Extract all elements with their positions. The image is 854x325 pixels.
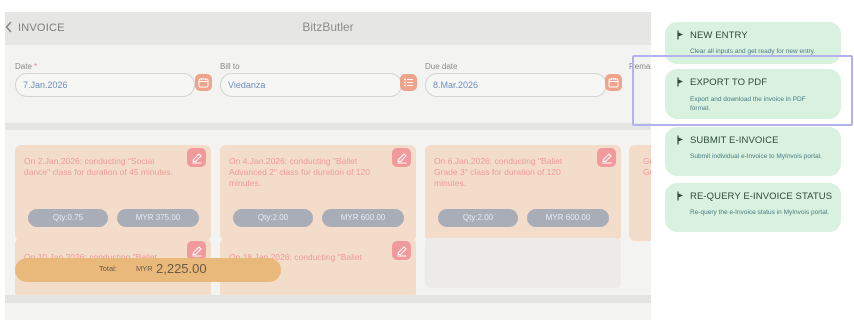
bill-to-label: Bill to [220, 62, 240, 71]
qty-pill: Qty:2.00 [233, 209, 313, 227]
flag-icon [677, 135, 683, 145]
action-title: RE-QUERY E-INVOICE STATUS [690, 191, 833, 202]
bottom-divider [5, 295, 651, 303]
due-date-label: Due date [425, 62, 458, 71]
qty-pill: Qty:2.00 [438, 209, 518, 227]
date-calendar-button[interactable] [195, 74, 212, 91]
bill-to-list-button[interactable] [400, 74, 417, 91]
action-title: NEW ENTRY [690, 30, 748, 41]
app-title: BitzButler [302, 20, 354, 34]
qty-pill: Qty:0.75 [28, 209, 108, 227]
line-item-description: On 4.Jan.2026: conducting "Ballet Advanc… [229, 156, 370, 188]
flag-icon [677, 191, 683, 201]
edit-button[interactable] [187, 148, 206, 167]
calendar-icon [198, 78, 209, 88]
total-bar: Total: MYR 2,225.00 [15, 258, 281, 282]
line-item-card[interactable]: On 4.Jan.2026: conducting "Ballet Advanc… [220, 145, 416, 241]
flag-icon [677, 30, 683, 40]
edit-icon [396, 245, 407, 256]
line-item-description: On 2.Jan.2026: conducting "Social dance"… [24, 156, 174, 177]
bill-to-field: Bill to Viedanza [220, 61, 420, 97]
app-root: INVOICE BitzButler Date * 7.Jan.2026 Bil… [0, 0, 854, 325]
edit-icon [601, 152, 612, 163]
list-icon [404, 78, 413, 87]
empty-card-slot [425, 238, 621, 288]
total-label: Total: [99, 264, 117, 273]
line-item-description-partial: Gr Gr [643, 156, 651, 177]
amount-pill: MYR 375.00 [117, 209, 199, 227]
edit-icon [191, 152, 202, 163]
date-label: Date * [15, 62, 38, 71]
bill-to-input[interactable]: Viedanza [220, 73, 402, 97]
edit-icon [191, 245, 202, 256]
line-item-card-partial[interactable]: Gr Gr [629, 145, 651, 241]
total-currency: MYR [136, 264, 153, 273]
line-item-card[interactable]: On 2.Jan.2026: conducting "Social dance"… [15, 145, 211, 241]
total-amount: 2,225.00 [156, 261, 207, 276]
invoice-screen: INVOICE BitzButler Date * 7.Jan.2026 Bil… [5, 12, 651, 320]
edit-icon [396, 152, 407, 163]
top-bar: INVOICE BitzButler [5, 12, 651, 45]
selection-highlight [632, 55, 853, 126]
edit-button[interactable] [392, 241, 411, 260]
line-item-description: On 6.Jan.2026: conducting "Ballet Grade … [434, 156, 563, 188]
calendar-icon [608, 78, 619, 88]
action-subtitle: Re-query the e-Invoice status in MyInvoi… [690, 209, 830, 216]
re-query-e-invoice-status-button[interactable]: RE-QUERY E-INVOICE STATUS Re-query the e… [665, 183, 841, 232]
action-title: SUBMIT E-INVOICE [690, 135, 779, 146]
due-date-calendar-button[interactable] [605, 74, 622, 91]
edit-button[interactable] [392, 148, 411, 167]
due-date-field: Due date 8.Mar.2026 [425, 61, 625, 97]
line-item-card[interactable]: On 6.Jan.2026: conducting "Ballet Grade … [425, 145, 621, 241]
date-field: Date * 7.Jan.2026 [15, 61, 211, 97]
due-date-input[interactable]: 8.Mar.2026 [425, 73, 607, 97]
edit-button[interactable] [597, 148, 616, 167]
submit-e-invoice-button[interactable]: SUBMIT E-INVOICE Submit individual e-Inv… [665, 127, 841, 176]
action-subtitle: Submit individual e-Invoice to MyInvois … [690, 153, 822, 160]
amount-pill: MYR 600.00 [322, 209, 404, 227]
section-divider [5, 123, 651, 130]
amount-pill: MYR 600.00 [527, 209, 609, 227]
date-input[interactable]: 7.Jan.2026 [15, 73, 195, 97]
